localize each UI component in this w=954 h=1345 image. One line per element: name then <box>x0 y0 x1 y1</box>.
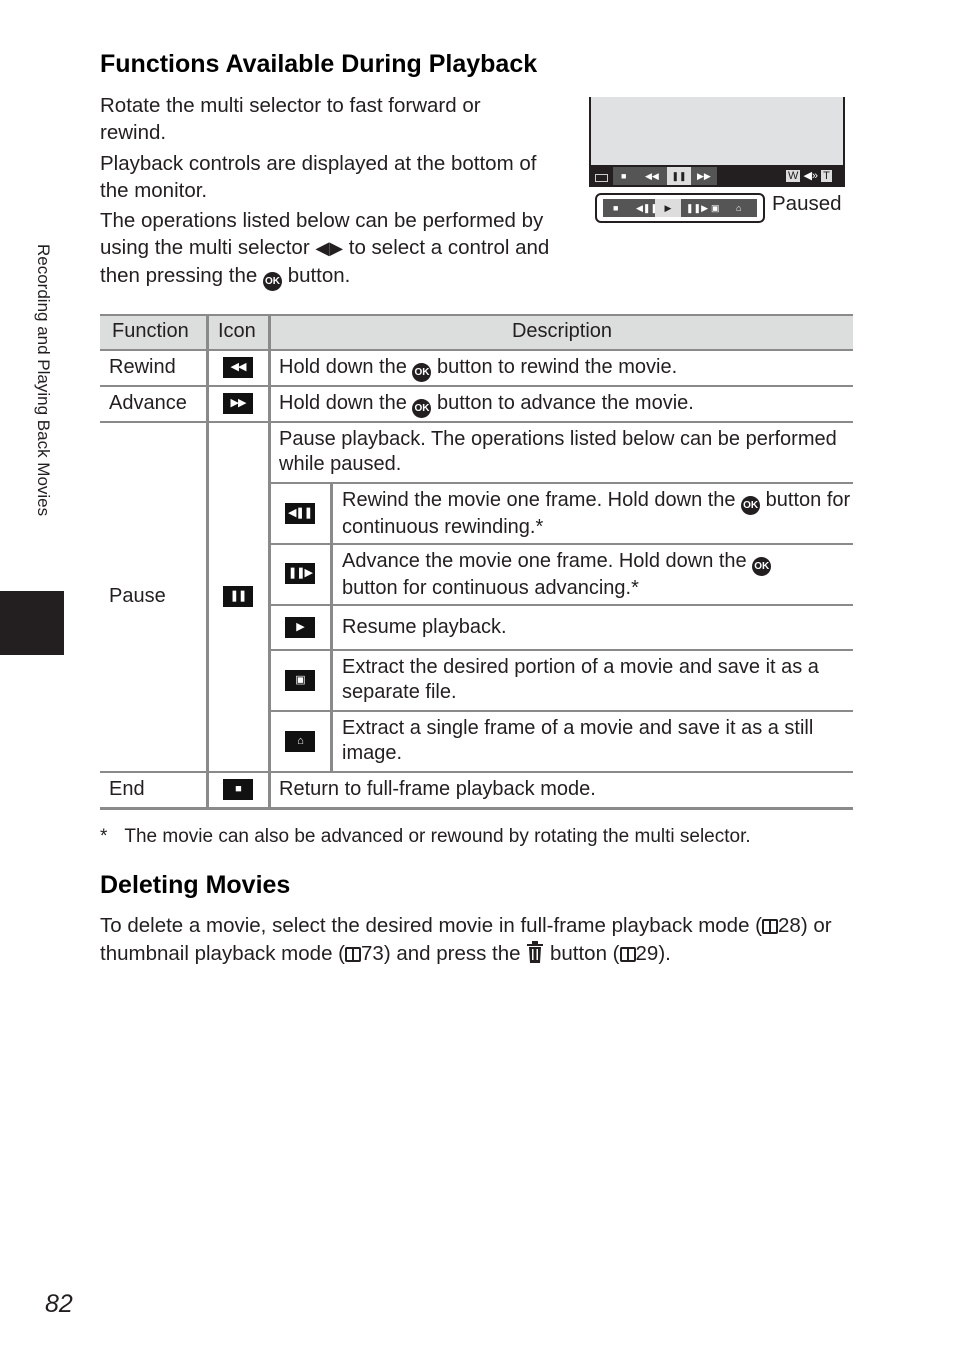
stop-icon: ■ <box>613 203 619 213</box>
header-icon: Icon <box>218 320 256 342</box>
save-frame-icon: ⌂ <box>736 203 742 213</box>
paused-label: Paused <box>772 192 842 215</box>
footnote-mark: * <box>100 826 108 847</box>
ok-button-icon: OK <box>412 399 432 418</box>
frame-advance-icon: ❚❚▶ <box>285 563 315 584</box>
paused-controls-callout: ■ ◀❚❚ ▶ ❚❚▶ ▣ ⌂ <box>595 193 765 223</box>
page-reference-icon <box>762 919 779 934</box>
ok-button-icon: OK <box>412 363 432 382</box>
desc-movie-edit: Extract the desired portion of a movie a… <box>342 656 819 703</box>
section-title-deleting: Deleting Movies <box>100 871 291 899</box>
page-reference-icon <box>619 947 636 962</box>
desc-frame-advance: Advance the movie one frame. Hold down t… <box>342 549 822 601</box>
desc-text: Hold down the <box>279 356 407 378</box>
stop-icon: ■ <box>223 779 253 800</box>
desc-text: Advance the movie one frame. Hold down t… <box>342 550 747 572</box>
page-number: 82 <box>45 1290 73 1318</box>
controls-strip: ■ ◀◀ ❚❚ ▶▶ <box>613 167 717 185</box>
monitor-illustration: ■ ◀◀ ❚❚ ▶▶ W ◀» T <box>589 97 845 187</box>
zoom-t-label: T <box>821 170 832 182</box>
page-reference-icon <box>345 947 361 962</box>
desc-text: button for continuous advancing.* <box>342 577 639 599</box>
desc-text: button to advance the movie. <box>437 392 694 414</box>
section-title-functions: Functions Available During Playback <box>100 50 538 78</box>
page-ref-link[interactable]: 29 <box>636 942 659 965</box>
para3-text-c: button. <box>287 264 351 287</box>
speaker-icon: ◀» <box>803 170 819 182</box>
multi-selector-left-right-icon: ◀▶ <box>315 238 344 258</box>
frame-advance-icon: ❚❚▶ <box>686 203 709 213</box>
desc-text: Rewind the movie one frame. Hold down th… <box>342 489 736 511</box>
movie-edit-icon: ▣ <box>285 670 315 691</box>
rewind-icon: ◀◀ <box>645 171 659 181</box>
desc-text: Hold down the <box>279 392 407 414</box>
ok-button-icon: OK <box>262 272 282 291</box>
side-tab-text: Recording and Playing Back Movies <box>34 244 53 517</box>
advance-icon: ▶▶ <box>697 171 711 181</box>
save-frame-icon: ⌂ <box>285 731 315 752</box>
header-function: Function <box>112 320 189 342</box>
text: To delete a movie, select the desired mo… <box>100 914 763 937</box>
ok-button-icon: OK <box>741 496 761 515</box>
desc-advance: Hold down the OK button to advance the m… <box>279 391 694 418</box>
function-end: End <box>109 778 145 800</box>
function-rewind: Rewind <box>109 356 176 378</box>
functions-table: Function Icon Description Rewind ◀◀ Hold… <box>100 314 853 810</box>
desc-text: button to rewind the movie. <box>437 356 678 378</box>
desc-resume: Resume playback. <box>342 616 507 638</box>
side-tab-block <box>0 591 64 655</box>
footnote: * The movie can also be advanced or rewo… <box>100 826 751 848</box>
function-pause: Pause <box>109 585 166 607</box>
paragraph-deleting: To delete a movie, select the desired mo… <box>100 912 860 968</box>
zoom-w-label: W <box>786 170 801 182</box>
header-description: Description <box>511 320 613 342</box>
footnote-text: The movie can also be advanced or rewoun… <box>124 826 751 847</box>
paragraph-operations: The operations listed below can be perfo… <box>100 207 565 291</box>
stop-icon: ■ <box>621 171 627 181</box>
playback-bar: ■ ◀◀ ❚❚ ▶▶ W ◀» T <box>591 165 843 187</box>
paragraph-rotate: Rotate the multi selector to fast forwar… <box>100 94 481 144</box>
pause-icon: ❚❚ <box>223 586 253 607</box>
trash-icon <box>527 941 544 963</box>
rewind-icon: ◀◀ <box>223 357 253 378</box>
desc-end: Return to full-frame playback mode. <box>279 778 596 800</box>
desc-pause: Pause playback. The operations listed be… <box>279 428 837 475</box>
desc-rewind: Hold down the OK button to rewind the mo… <box>279 355 677 382</box>
pause-icon: ❚❚ <box>667 167 691 185</box>
advance-icon: ▶▶ <box>223 393 253 414</box>
text: ). <box>658 942 671 965</box>
play-icon: ▶ <box>285 617 315 638</box>
manual-page: Recording and Playing Back Movies Functi… <box>0 0 954 1345</box>
battery-icon <box>595 174 608 182</box>
volume-indicator: W ◀» T <box>786 169 832 183</box>
page-ref-link[interactable]: 73 <box>361 942 384 965</box>
play-icon: ▶ <box>655 199 681 217</box>
desc-save-frame: Extract a single frame of a movie and sa… <box>342 717 814 764</box>
text: ) and press the <box>383 942 521 965</box>
text: button ( <box>549 942 620 965</box>
paused-controls-strip: ■ ◀❚❚ ▶ ❚❚▶ ▣ ⌂ <box>603 199 757 217</box>
function-advance: Advance <box>109 392 187 414</box>
paragraph-controls: Playback controls are displayed at the b… <box>100 152 537 202</box>
movie-edit-icon: ▣ <box>711 203 720 213</box>
page-ref-link[interactable]: 28 <box>778 914 801 937</box>
desc-frame-rewind: Rewind the movie one frame. Hold down th… <box>342 488 852 540</box>
frame-rewind-icon: ◀❚❚ <box>285 503 315 524</box>
ok-button-icon: OK <box>752 557 772 576</box>
